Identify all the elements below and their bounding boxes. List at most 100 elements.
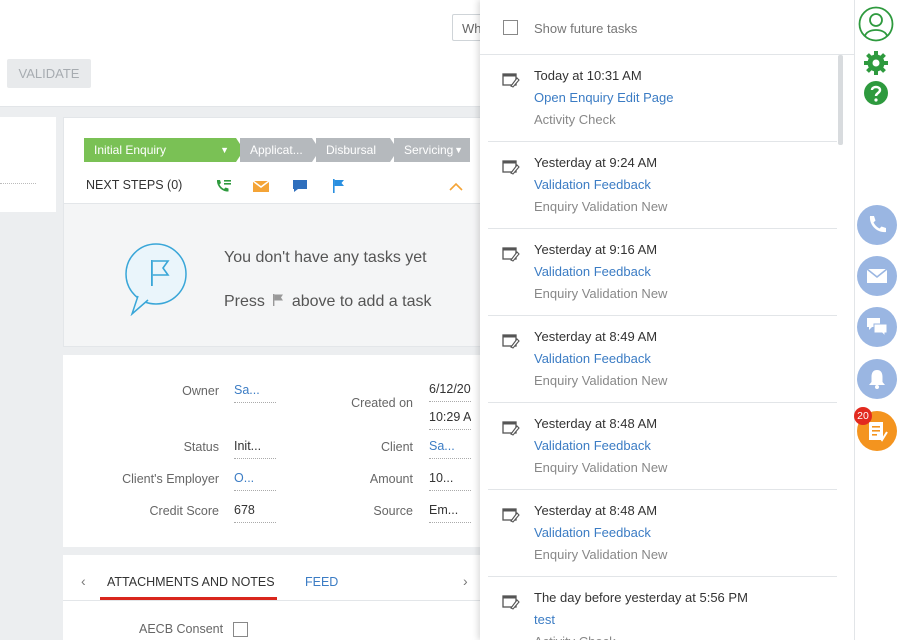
phone-button[interactable] (857, 205, 897, 245)
task-item[interactable]: Yesterday at 8:48 AM Validation Feedback E… (488, 490, 837, 577)
task-item[interactable]: The day before yesterday at 5:56 PM test A… (488, 577, 837, 640)
hint-text-before: Press (224, 293, 265, 310)
tasks-button[interactable]: 20 (854, 407, 897, 451)
task-activity-icon (502, 159, 520, 175)
task-title-link[interactable]: Validation Feedback (534, 351, 651, 366)
created-on-label: Created on (351, 396, 413, 410)
task-time: The day before yesterday at 5:56 PM (534, 590, 748, 605)
aecb-consent-checkbox[interactable] (233, 622, 248, 637)
task-subtitle: Activity Check (534, 112, 616, 127)
task-item[interactable]: Today at 10:31 AM Open Enquiry Edit Page A… (488, 55, 837, 142)
task-activity-icon (502, 507, 520, 523)
stage-initial-enquiry[interactable]: Initial Enquiry ▼ (84, 138, 244, 162)
task-subtitle: Enquiry Validation New (534, 286, 668, 301)
owner-label: Owner (182, 384, 219, 398)
task-title-link[interactable]: test (534, 612, 555, 627)
source-label: Source (373, 504, 413, 518)
created-on-time[interactable]: 10:29 AM (429, 410, 471, 430)
amount-value[interactable]: 10... (429, 471, 471, 491)
task-time: Yesterday at 8:48 AM (534, 416, 658, 431)
tabs-prev-icon[interactable]: ‹ (81, 573, 86, 589)
task-item[interactable]: Yesterday at 8:48 AM Validation Feedback E… (488, 403, 837, 490)
next-steps-tab[interactable]: NEXT STEPS (0) (86, 178, 182, 192)
gear-icon[interactable] (863, 50, 889, 76)
bell-icon (869, 370, 885, 389)
client-value[interactable]: Sa... (429, 439, 471, 459)
task-activity-icon (502, 420, 520, 436)
stage-card: Initial Enquiry ▼ Applicat... Disbursal … (63, 117, 494, 347)
notifications-button[interactable] (857, 359, 897, 399)
collapse-caret-icon[interactable] (449, 182, 463, 192)
email-button[interactable] (857, 256, 897, 296)
show-future-tasks-label[interactable]: Show future tasks (534, 21, 637, 36)
chat-icon (867, 318, 888, 338)
flag-icon (273, 294, 284, 306)
messages-button[interactable] (857, 307, 897, 347)
show-future-tasks-checkbox[interactable] (503, 20, 518, 35)
stage-servicing[interactable]: Servicing ▼ (394, 138, 470, 162)
task-time: Yesterday at 9:16 AM (534, 242, 658, 257)
task-activity-icon (502, 594, 520, 610)
task-title-link[interactable]: Open Enquiry Edit Page (534, 90, 673, 105)
caret-down-icon: ▼ (454, 145, 463, 155)
task-item[interactable]: Yesterday at 9:16 AM Validation Feedback E… (488, 229, 837, 316)
task-time: Yesterday at 8:49 AM (534, 329, 658, 344)
task-subtitle: Enquiry Validation New (534, 547, 668, 562)
source-value[interactable]: Em... (429, 503, 471, 523)
divider (63, 600, 493, 601)
tasks-panel: Show future tasks Today at 10:31 AM Open … (480, 0, 854, 640)
hint-text-after: above to add a task (291, 293, 432, 310)
email-add-icon[interactable] (252, 178, 270, 194)
task-item[interactable]: Yesterday at 8:49 AM Validation Feedback E… (488, 316, 837, 403)
task-list-icon (869, 422, 888, 442)
stage-application[interactable]: Applicat... (240, 138, 320, 162)
divider (0, 183, 36, 184)
stage-label: Applicat... (250, 143, 303, 157)
right-rail: 20 (854, 0, 899, 640)
stage-disbursal[interactable]: Disbursal (316, 138, 398, 162)
task-item[interactable]: Yesterday at 9:24 AM Validation Feedback E… (488, 142, 837, 229)
task-activity-icon (502, 246, 520, 262)
validate-button[interactable]: VALIDATE (7, 59, 91, 88)
created-on-date[interactable]: 6/12/202 (429, 382, 471, 402)
panel-scrollbar[interactable] (838, 55, 843, 145)
stage-label: Disbursal (326, 143, 377, 157)
task-time: Yesterday at 9:24 AM (534, 155, 658, 170)
email-icon (866, 268, 888, 283)
tabs-card: ‹ ATTACHMENTS AND NOTES FEED › AECB Cons… (63, 555, 493, 640)
tabs-next-icon[interactable]: › (463, 573, 468, 589)
task-subtitle: Enquiry Validation New (534, 460, 668, 475)
owner-value[interactable]: Sa... (234, 383, 276, 403)
help-icon[interactable] (863, 80, 889, 106)
task-title-link[interactable]: Validation Feedback (534, 264, 651, 279)
employer-value[interactable]: O... (234, 471, 276, 491)
empty-tasks-hint: Press above to add a task (224, 293, 431, 311)
tasks-count-badge: 20 (854, 407, 872, 425)
task-time: Yesterday at 8:48 AM (534, 503, 658, 518)
details-card: Owner Sa... Created on 6/12/202 10:29 AM… (63, 355, 493, 547)
task-title-link[interactable]: Validation Feedback (534, 438, 651, 453)
empty-tasks-flag-icon (125, 243, 187, 316)
flag-add-icon[interactable] (330, 178, 348, 194)
aecb-consent-label: AECB Consent (139, 622, 224, 636)
task-activity-icon (502, 72, 520, 88)
credit-score-label: Credit Score (149, 504, 219, 518)
chat-add-icon[interactable] (291, 178, 309, 194)
task-subtitle: Enquiry Validation New (534, 373, 668, 388)
status-value[interactable]: Init... (234, 439, 276, 459)
task-title-link[interactable]: Validation Feedback (534, 177, 651, 192)
future-tasks-row: Show future tasks (480, 0, 854, 55)
empty-tasks-message: You don't have any tasks yet (224, 249, 427, 266)
task-title-link[interactable]: Validation Feedback (534, 525, 651, 540)
stage-strip: Initial Enquiry ▼ Applicat... Disbursal … (64, 118, 494, 204)
credit-score-value[interactable]: 678 (234, 503, 276, 523)
task-time: Today at 10:31 AM (534, 68, 642, 83)
tab-feed[interactable]: FEED (305, 575, 338, 589)
task-subtitle: Enquiry Validation New (534, 199, 668, 214)
caret-down-icon: ▼ (220, 145, 229, 155)
employer-label: Client's Employer (122, 472, 219, 486)
call-add-icon[interactable] (214, 178, 232, 194)
profile-avatar-icon[interactable] (858, 6, 894, 42)
client-label: Client (381, 440, 413, 454)
tab-attachments-notes[interactable]: ATTACHMENTS AND NOTES (107, 575, 275, 589)
